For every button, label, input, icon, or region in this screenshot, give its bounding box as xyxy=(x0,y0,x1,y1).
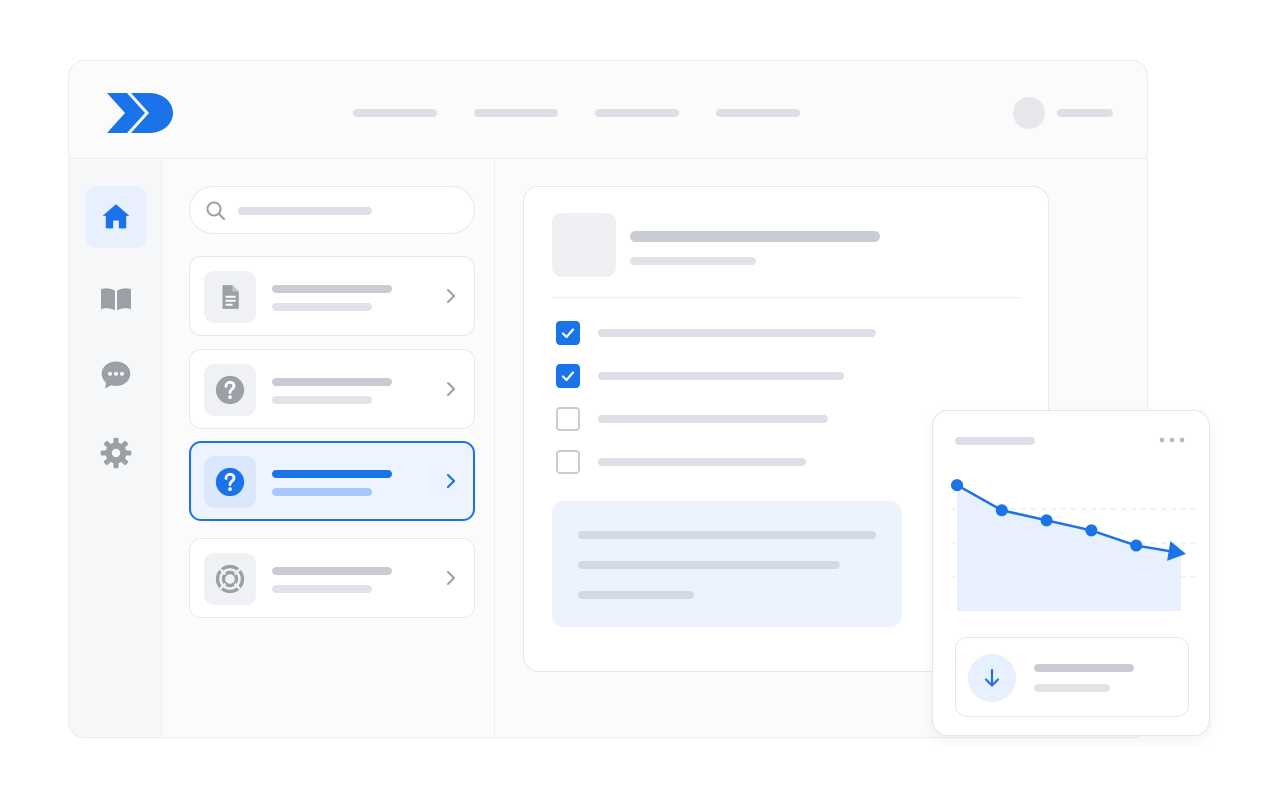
trend-chart xyxy=(951,479,1195,611)
note-line-placeholder xyxy=(578,561,840,569)
list-item-subtitle-placeholder xyxy=(272,396,372,404)
user-name-placeholder[interactable] xyxy=(1057,109,1113,117)
trend-card-title-placeholder xyxy=(955,437,1035,445)
detail-thumbnail xyxy=(552,213,616,277)
list-item-icon-box xyxy=(204,456,256,508)
list-item-icon-box xyxy=(204,553,256,605)
list-panel xyxy=(163,160,495,737)
checkbox-unchecked[interactable] xyxy=(556,450,580,474)
checklist-item-label-placeholder xyxy=(598,372,844,380)
brand-logo[interactable] xyxy=(105,89,177,137)
lifebuoy-icon xyxy=(215,564,245,594)
note-box xyxy=(552,501,902,627)
icon-rail xyxy=(69,160,162,737)
search-input[interactable] xyxy=(189,186,475,234)
note-line-placeholder xyxy=(578,591,694,599)
checkbox-checked[interactable] xyxy=(556,364,580,388)
chevron-right-icon xyxy=(444,569,458,592)
nav-item-1[interactable] xyxy=(353,109,437,117)
chat-icon xyxy=(101,361,131,389)
nav-item-4[interactable] xyxy=(716,109,800,117)
top-bar xyxy=(69,61,1147,159)
checkmark-icon xyxy=(561,328,575,339)
chart-point xyxy=(995,504,1008,517)
chart-point xyxy=(951,479,963,492)
nav-item-3[interactable] xyxy=(595,109,679,117)
list-item-selected[interactable] xyxy=(189,441,475,521)
checkmark-icon xyxy=(561,371,575,382)
rail-item-home[interactable] xyxy=(85,186,147,248)
detail-title-placeholder xyxy=(630,231,880,242)
rail-item-library[interactable] xyxy=(85,268,147,330)
list-item-icon-box xyxy=(204,364,256,416)
chart-point xyxy=(1130,539,1143,552)
list-item-title-placeholder xyxy=(272,567,392,575)
stat-icon-circle xyxy=(968,654,1016,702)
avatar[interactable] xyxy=(1013,97,1045,129)
arrow-down-icon xyxy=(984,668,1000,687)
help-icon xyxy=(215,375,245,405)
detail-subtitle-placeholder xyxy=(630,257,756,265)
checklist-item[interactable] xyxy=(556,364,1016,388)
stat-value-placeholder xyxy=(1034,664,1134,672)
checkbox-checked[interactable] xyxy=(556,321,580,345)
checklist-item-label-placeholder xyxy=(598,329,876,337)
rail-item-messages[interactable] xyxy=(85,344,147,406)
gear-icon xyxy=(100,437,132,469)
search-placeholder xyxy=(238,207,372,215)
list-item-subtitle-placeholder xyxy=(272,488,372,496)
checklist-item-label-placeholder xyxy=(598,458,806,466)
list-item[interactable] xyxy=(189,538,475,618)
divider xyxy=(552,297,1022,298)
chevron-right-icon xyxy=(444,287,458,310)
double-chevron-logo-icon xyxy=(107,93,173,133)
list-item-title-placeholder xyxy=(272,378,392,386)
stat-label-placeholder xyxy=(1034,684,1110,692)
chart-point xyxy=(1040,514,1053,527)
book-icon xyxy=(101,288,131,311)
rail-item-settings[interactable] xyxy=(85,422,147,484)
list-item-subtitle-placeholder xyxy=(272,585,372,593)
search-icon xyxy=(204,199,228,228)
document-icon xyxy=(222,285,239,309)
list-item-title-placeholder xyxy=(272,470,392,478)
list-item-title-placeholder xyxy=(272,285,392,293)
list-item-icon-box xyxy=(204,271,256,323)
checklist-item[interactable] xyxy=(556,321,1016,345)
checkbox-unchecked[interactable] xyxy=(556,407,580,431)
help-icon xyxy=(215,467,245,497)
nav-item-2[interactable] xyxy=(474,109,558,117)
trend-card xyxy=(932,410,1210,736)
chart-point xyxy=(1085,524,1098,537)
home-icon xyxy=(102,204,130,229)
list-item-subtitle-placeholder xyxy=(272,303,372,311)
chevron-right-icon xyxy=(444,472,458,495)
chevron-right-icon xyxy=(444,380,458,403)
trend-stat[interactable] xyxy=(955,637,1189,717)
list-item[interactable] xyxy=(189,256,475,336)
list-item[interactable] xyxy=(189,349,475,429)
more-horizontal-icon[interactable] xyxy=(1157,433,1189,452)
checklist-item-label-placeholder xyxy=(598,415,828,423)
note-line-placeholder xyxy=(578,531,876,539)
